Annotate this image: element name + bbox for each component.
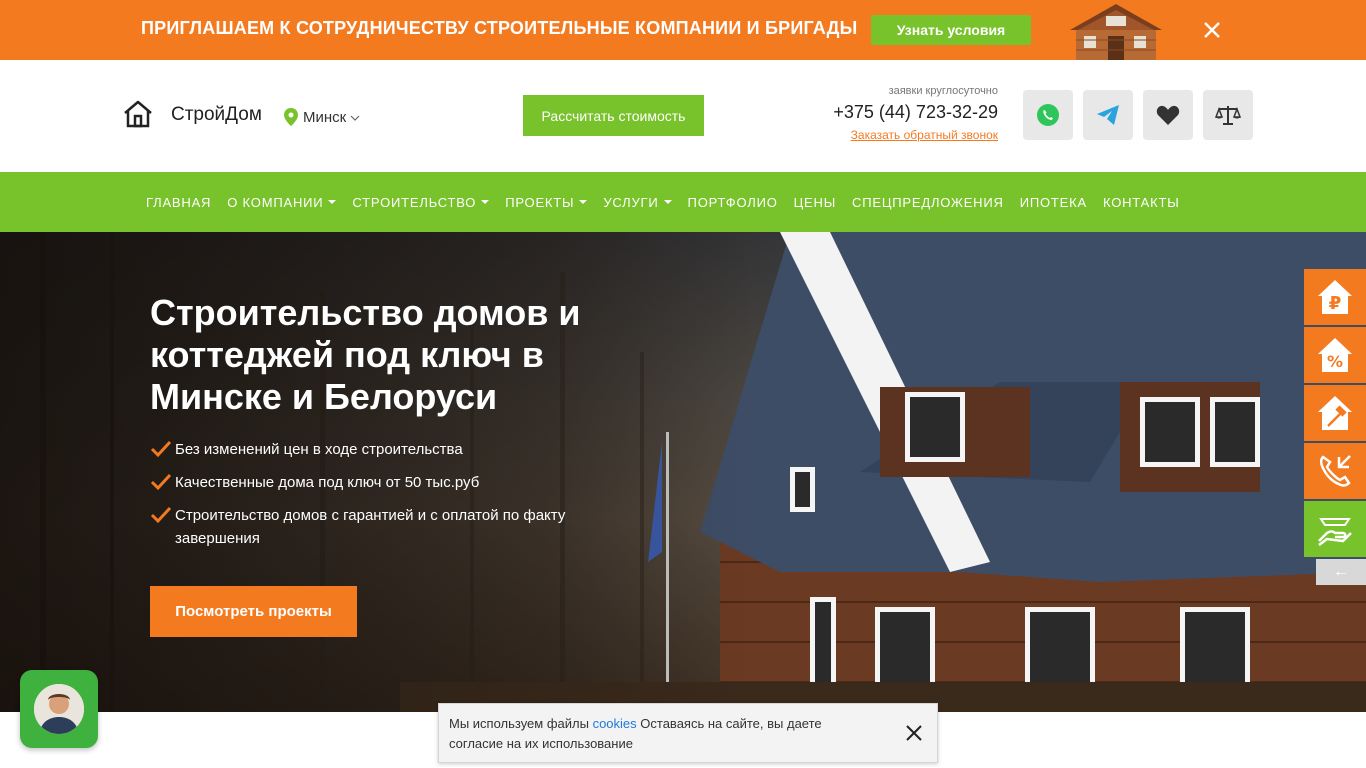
callback-link[interactable]: Заказать обратный звонок: [851, 128, 998, 142]
main-nav: ГЛАВНАЯ О КОМПАНИИ СТРОИТЕЛЬСТВО ПРОЕКТЫ…: [0, 172, 1366, 232]
calculate-cost-button[interactable]: Рассчитать стоимость: [523, 95, 704, 136]
percent-house-icon: %: [1318, 338, 1352, 372]
caret-down-icon: [579, 200, 588, 204]
nav-label: УСЛУГИ: [603, 194, 659, 210]
nav-item-services[interactable]: УСЛУГИ: [603, 194, 672, 210]
list-item: Качественные дома под ключ от 50 тыс.руб: [150, 471, 610, 494]
nav-item-projects[interactable]: ПРОЕКТЫ: [505, 194, 588, 210]
scales-icon: [1215, 106, 1241, 125]
benefit-text: Без изменений цен в ходе строительства: [175, 441, 463, 458]
ruble-house-icon: ₽: [1318, 280, 1352, 314]
view-projects-button[interactable]: Посмотреть проекты: [150, 586, 357, 637]
nav-label: КОНТАКТЫ: [1102, 194, 1180, 210]
nav-label: ПРОЕКТЫ: [505, 194, 575, 210]
checkmark-icon: [150, 506, 172, 524]
list-item: Без изменений цен в ходе строительства: [150, 438, 610, 461]
heart-icon: [1156, 105, 1180, 125]
nav-label: О КОМПАНИИ: [227, 194, 324, 210]
promo-conditions-button[interactable]: Узнать условия: [871, 15, 1031, 45]
hero-benefits-list: Без изменений цен в ходе строительства К…: [150, 438, 610, 560]
site-header: СтройДом Минск Рассчитать стоимость заяв…: [0, 60, 1366, 172]
caret-down-icon: [663, 200, 672, 204]
avatar: [34, 684, 84, 734]
nav-item-home[interactable]: ГЛАВНАЯ: [146, 195, 211, 210]
promo-text: ПРИГЛАШАЕМ К СОТРУДНИЧЕСТВУ СТРОИТЕЛЬНЫЕ…: [141, 18, 858, 38]
city-name: Минск: [303, 108, 347, 126]
nav-item-mortgage[interactable]: ИПОТЕКА: [1020, 195, 1087, 210]
side-price-button[interactable]: ₽: [1304, 269, 1366, 325]
side-collapse-button[interactable]: ←: [1316, 559, 1366, 585]
svg-text:%: %: [1327, 352, 1343, 371]
cookie-notice: Мы используем файлы cookies Оставаясь на…: [438, 703, 938, 763]
whatsapp-icon: [1037, 104, 1059, 126]
side-callback-button[interactable]: [1304, 443, 1366, 499]
house-logo-icon[interactable]: [122, 98, 154, 130]
nav-label: ГЛАВНАЯ: [146, 194, 212, 210]
city-selector[interactable]: Минск: [284, 106, 360, 128]
close-icon[interactable]: [1200, 18, 1224, 42]
hero-section: Строительство домов и коттеджей под ключ…: [0, 232, 1366, 712]
benefit-text: Строительство домов с гарантией и с опла…: [175, 507, 566, 547]
nav-label: СТРОИТЕЛЬСТВО: [352, 194, 477, 210]
nav-label: ИПОТЕКА: [1019, 194, 1087, 210]
caret-down-icon: [328, 200, 337, 204]
side-partnership-button[interactable]: [1304, 501, 1366, 557]
telegram-button[interactable]: [1083, 90, 1133, 140]
logo-text[interactable]: СтройДом: [171, 104, 262, 126]
telegram-icon: [1097, 105, 1119, 125]
close-icon[interactable]: [905, 724, 923, 742]
promo-banner: ПРИГЛАШАЕМ К СОТРУДНИЧЕСТВУ СТРОИТЕЛЬНЫЕ…: [0, 0, 1366, 60]
checkmark-icon: [150, 473, 172, 491]
checkmark-icon: [150, 440, 172, 458]
incoming-call-icon: [1320, 455, 1351, 487]
nav-item-special-offers[interactable]: СПЕЦПРЕДЛОЖЕНИЯ: [852, 195, 1004, 210]
caret-down-icon: [481, 200, 490, 204]
side-discount-button[interactable]: %: [1304, 327, 1366, 383]
hours-label: заявки круглосуточно: [888, 85, 998, 97]
favorites-button[interactable]: [1143, 90, 1193, 140]
nav-item-portfolio[interactable]: ПОРТФОЛИО: [688, 195, 778, 210]
hammer-house-icon: [1318, 396, 1352, 430]
phone-number[interactable]: +375 (44) 723-32-29: [833, 102, 998, 123]
map-pin-icon: [284, 108, 298, 126]
nav-item-contacts[interactable]: КОНТАКТЫ: [1103, 195, 1180, 210]
house-illustration-icon: [1070, 4, 1162, 60]
nav-label: ПОРТФОЛИО: [687, 194, 778, 210]
cookie-text-before: Мы используем файлы: [449, 716, 589, 731]
nav-label: СПЕЦПРЕДЛОЖЕНИЯ: [852, 194, 1004, 210]
chevron-down-icon: [350, 115, 360, 121]
nav-item-about[interactable]: О КОМПАНИИ: [227, 194, 337, 210]
nav-item-prices[interactable]: ЦЕНЫ: [794, 195, 836, 210]
cookie-text: Мы используем файлы cookies Оставаясь на…: [449, 714, 869, 754]
svg-text:₽: ₽: [1329, 293, 1342, 314]
nav-item-construction[interactable]: СТРОИТЕЛЬСТВО: [352, 194, 490, 210]
hero-title: Строительство домов и коттеджей под ключ…: [150, 292, 581, 417]
benefit-text: Качественные дома под ключ от 50 тыс.руб: [175, 474, 480, 491]
side-widget: ₽ % ←: [1304, 269, 1366, 585]
whatsapp-button[interactable]: [1023, 90, 1073, 140]
chat-widget-button[interactable]: [20, 670, 98, 748]
compare-button[interactable]: [1203, 90, 1253, 140]
list-item: Строительство домов с гарантией и с опла…: [150, 504, 610, 550]
nav-label: ЦЕНЫ: [793, 194, 837, 210]
handshake-icon: [1318, 518, 1352, 546]
cookies-link[interactable]: cookies: [593, 716, 637, 731]
side-build-button[interactable]: [1304, 385, 1366, 441]
